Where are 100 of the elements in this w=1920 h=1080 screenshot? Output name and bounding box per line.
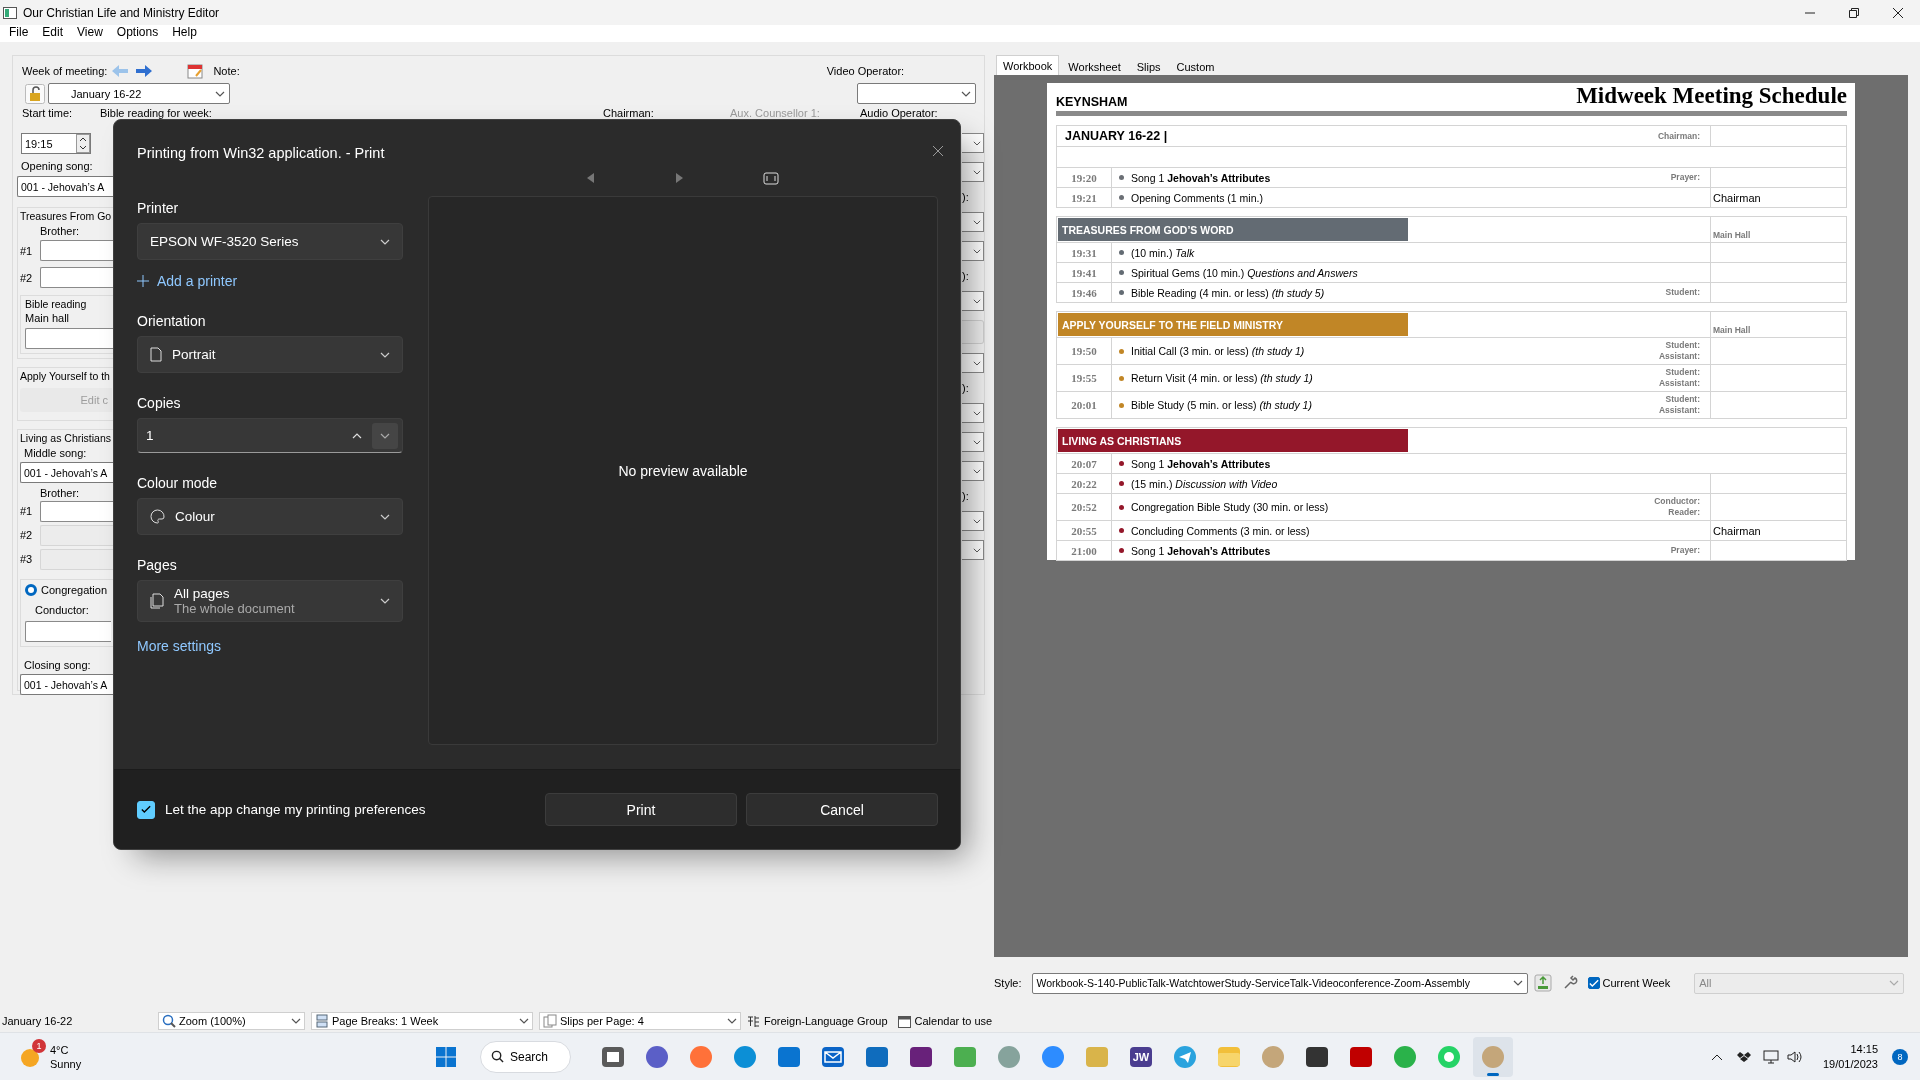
view-tab[interactable]: Worksheet — [1061, 57, 1128, 75]
dropdown[interactable] — [962, 403, 984, 423]
dropdown[interactable] — [962, 511, 984, 531]
chevron-down-icon — [727, 1018, 737, 1024]
radio-button[interactable] — [25, 584, 37, 596]
menu-item[interactable]: File — [7, 25, 35, 42]
export-icon[interactable] — [1533, 974, 1552, 992]
app-icon — [1040, 1043, 1066, 1070]
field-label: Chairman: — [603, 107, 654, 119]
taskbar-button[interactable]: JW — [1121, 1036, 1161, 1077]
field-label: Bible reading for week: — [100, 107, 212, 119]
dropdown[interactable] — [962, 540, 984, 560]
input-field[interactable] — [25, 621, 111, 642]
menu-item[interactable]: View — [75, 25, 109, 42]
lock-icon[interactable] — [25, 83, 45, 104]
orientation-dropdown[interactable]: Portrait — [137, 336, 403, 373]
chevron-down-icon — [1512, 980, 1523, 986]
menu-item[interactable]: Help — [170, 25, 203, 42]
checkbox[interactable] — [1587, 977, 1600, 989]
checkbox[interactable] — [137, 800, 155, 819]
video-operator-dropdown[interactable] — [857, 83, 976, 104]
toolbar-button[interactable]: Calendar to use — [914, 1015, 993, 1027]
song-dropdown[interactable]: 001 - Jehovah’s A — [20, 674, 114, 695]
menu-item[interactable]: Edit — [40, 25, 70, 42]
song-dropdown[interactable]: 001 - Jehovah’s A — [20, 462, 114, 483]
chevron-up-icon — [352, 432, 362, 439]
close-icon[interactable] — [1892, 6, 1904, 19]
part-text: Bible Study (5 min. or less) (th study 1) — [1131, 399, 1313, 411]
dropdown[interactable] — [962, 432, 984, 452]
checkmark-icon — [141, 805, 151, 814]
input-field[interactable] — [40, 240, 113, 261]
song-dropdown[interactable]: 001 - Jehovah’s A — [17, 176, 113, 197]
field-label: ): — [962, 382, 970, 394]
next-page-icon[interactable] — [675, 173, 683, 183]
search-button[interactable]: Search — [480, 1040, 571, 1073]
dropdown[interactable] — [962, 353, 984, 373]
view-tab[interactable]: Custom — [1169, 57, 1222, 75]
slips-dropdown[interactable]: Slips per Page: 4 — [539, 1012, 741, 1030]
slot-label: #2 — [20, 271, 34, 284]
clock-time[interactable]: 14:15 — [1850, 1041, 1878, 1057]
slot-label: #1 — [20, 505, 34, 517]
copies-field[interactable]: 1 — [137, 418, 403, 453]
arrow-right-icon[interactable] — [135, 64, 154, 78]
time-cell: 19:55 — [1057, 365, 1112, 391]
time-spinner[interactable]: 19:15 — [21, 133, 91, 154]
week-dropdown[interactable]: January 16-22 — [48, 83, 230, 104]
app-icon — [644, 1043, 670, 1070]
dropdown[interactable] — [962, 461, 984, 481]
page-breaks-dropdown[interactable]: Page Breaks: 1 Week — [311, 1012, 533, 1030]
language-icon[interactable] — [747, 1014, 760, 1028]
dropdown[interactable] — [962, 212, 984, 232]
section-banner: APPLY YOURSELF TO THE FIELD MINISTRY — [1058, 313, 1408, 336]
restore-icon[interactable] — [1848, 6, 1860, 19]
dialog-button[interactable]: Cancel — [746, 793, 938, 826]
calendar-icon[interactable] — [897, 1014, 911, 1028]
field-label: Opening song: — [21, 160, 94, 172]
zoom-dropdown[interactable]: Zoom (100%) — [158, 1012, 305, 1030]
box-icon[interactable] — [1736, 1050, 1751, 1063]
input-field[interactable] — [40, 500, 113, 522]
notification-badge: 1 — [32, 1038, 46, 1053]
dropdown[interactable] — [962, 133, 984, 153]
chevron-down-icon — [215, 90, 225, 97]
style-dropdown[interactable]: Workbook-S-140-PublicTalk-WatchtowerStudy-ServiceTalk-Videoconference-Zoom-Assembly — [1031, 972, 1528, 994]
toolbar-button[interactable]: Foreign-Language Group — [764, 1015, 888, 1027]
dropdown[interactable] — [962, 241, 984, 261]
chevron-down-icon — [380, 432, 390, 439]
time-cell: 20:01 — [1057, 392, 1112, 418]
role-label: Prayer: — [1670, 172, 1700, 183]
printer-dropdown[interactable]: EPSON WF-3520 Series — [137, 223, 403, 260]
week-date: JANUARY 16-22 | — [1064, 129, 1169, 143]
clock-date[interactable]: 19/01/2023 — [1822, 1056, 1878, 1072]
spin-arrows-icon[interactable] — [76, 134, 90, 153]
previous-page-icon[interactable] — [587, 173, 595, 183]
chevron-down-icon — [973, 248, 981, 254]
part-text: Song 1 Jehovah’s Attributes — [1131, 171, 1272, 184]
notification-badge[interactable]: 8 — [1892, 1048, 1908, 1065]
view-tab[interactable]: Slips — [1129, 57, 1168, 75]
group-title: Living as Christians — [20, 432, 113, 444]
colour-dropdown[interactable]: Colour — [137, 498, 403, 535]
role-label: Assistant: — [1658, 405, 1700, 416]
dropdown[interactable] — [962, 291, 984, 311]
input-field[interactable] — [25, 328, 113, 349]
view-tab[interactable]: Workbook — [996, 55, 1060, 75]
add-printer-link[interactable]: Add a printer — [137, 273, 403, 289]
calendar-icon[interactable] — [187, 63, 204, 79]
chevron-up-icon[interactable] — [1710, 1052, 1723, 1061]
menu-item[interactable]: Options — [114, 25, 165, 42]
monitor-icon[interactable] — [1762, 1049, 1779, 1064]
pages-dropdown[interactable]: All pages The whole document — [137, 580, 403, 622]
dialog-button[interactable]: Print — [545, 793, 737, 826]
time-cell: 19:41 — [1057, 263, 1112, 282]
chevron-down-icon — [291, 1018, 301, 1024]
pages-icon — [150, 593, 164, 609]
fit-page-icon[interactable] — [763, 171, 779, 185]
speaker-icon[interactable] — [1786, 1049, 1803, 1064]
dropdown[interactable] — [962, 162, 984, 182]
input-field[interactable] — [40, 267, 113, 288]
chevron-down-icon — [973, 298, 981, 304]
pages-icon — [543, 1014, 557, 1028]
more-settings-link[interactable]: More settings — [137, 638, 403, 654]
